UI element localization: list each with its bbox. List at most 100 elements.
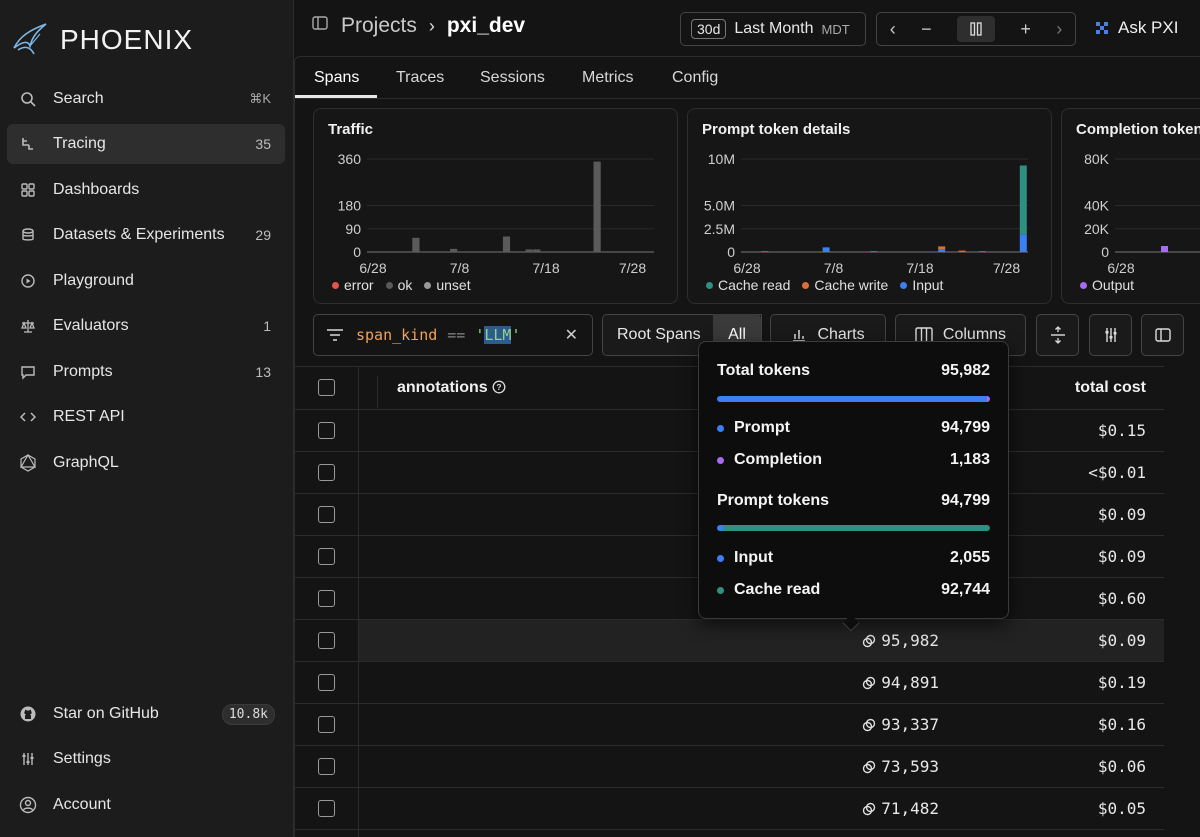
table-row[interactable]: 73,593 $0.06 — [295, 746, 1164, 788]
sidebar-item-graphql[interactable]: GraphQL — [7, 443, 285, 483]
sidebar-item-evaluators[interactable]: Evaluators 1 — [7, 306, 285, 346]
legend-label: error — [344, 277, 374, 293]
tab-spans[interactable]: Spans — [314, 69, 359, 87]
logo[interactable]: PHOENIX — [10, 20, 193, 60]
row-checkbox[interactable] — [318, 464, 335, 481]
sidebar-toggle-icon[interactable] — [311, 14, 329, 38]
total-cost-cell: $0.09 — [1097, 547, 1146, 566]
code-icon — [19, 408, 37, 426]
sidebar-item-account[interactable]: Account — [7, 785, 285, 825]
legend-dot — [717, 586, 724, 594]
token-count: 94,891 — [881, 673, 939, 692]
time-range-picker[interactable]: 30d Last Month MDT — [680, 12, 866, 46]
sidebar-item-settings[interactable]: Settings — [7, 739, 285, 779]
sidebar-item-playground[interactable]: Playground — [7, 261, 285, 301]
row-checkbox[interactable] — [318, 800, 335, 817]
token-link-icon — [863, 718, 876, 731]
side-panel-toggle[interactable] — [1141, 314, 1184, 356]
bar-segment — [958, 250, 966, 252]
tab-traces[interactable]: Traces — [396, 69, 444, 87]
legend-label: Cache write — [814, 277, 889, 293]
next-button[interactable]: › — [1056, 19, 1062, 40]
row-checkbox[interactable] — [318, 422, 335, 439]
select-all-checkbox[interactable] — [318, 379, 335, 396]
ask-pxi-label: Ask PXI — [1118, 18, 1179, 37]
search-icon — [19, 90, 37, 108]
row-checkbox[interactable] — [318, 590, 335, 607]
legend-dot — [802, 281, 810, 289]
message-icon — [19, 363, 37, 381]
token-count-cell[interactable]: 95,982 — [861, 631, 939, 650]
tooltip-input-row: Input 2,055 — [717, 549, 990, 567]
chevron-right-icon: › — [428, 15, 435, 36]
table-row[interactable]: 95,982 $0.09 — [295, 620, 1164, 662]
clear-filter-icon[interactable]: ✕ — [565, 325, 578, 345]
token-breakdown-tooltip: Total tokens 95,982 Prompt 94,799 Comple… — [698, 341, 1009, 619]
table-row[interactable]: 71,482 $0.05 — [295, 788, 1164, 830]
zoom-out-button[interactable]: − — [921, 19, 932, 40]
tab-config[interactable]: Config — [672, 69, 718, 87]
zoom-in-button[interactable]: + — [1020, 19, 1031, 40]
token-link-icon — [863, 760, 876, 773]
legend-dot — [900, 281, 908, 289]
github-icon — [19, 705, 37, 723]
breadcrumb-projects[interactable]: Projects — [341, 14, 417, 38]
ask-pxi-button[interactable]: Ask PXI — [1094, 18, 1178, 38]
tooltip-value: 1,183 — [949, 451, 990, 468]
legend-dot — [332, 281, 339, 289]
row-checkbox[interactable] — [318, 548, 335, 565]
sidebar-item-datasets[interactable]: Datasets & Experiments 29 — [7, 215, 285, 255]
settings-sliders-button[interactable] — [1089, 314, 1132, 356]
legend-label: Input — [912, 277, 944, 293]
token-count-cell[interactable]: 73,593 — [861, 757, 939, 776]
prev-button[interactable]: ‹ — [890, 19, 896, 40]
token-count: 93,337 — [881, 715, 939, 734]
sidebar-item-rest-api[interactable]: REST API — [7, 397, 285, 437]
sidebar-item-prompts[interactable]: Prompts 13 — [7, 352, 285, 392]
token-count: 71,482 — [881, 799, 939, 818]
bar — [502, 236, 511, 252]
table-row[interactable]: 94,891 $0.19 — [295, 662, 1164, 704]
row-checkbox[interactable] — [318, 506, 335, 523]
filter-quote: ' — [475, 326, 485, 344]
y-tick-label: 80K — [1084, 151, 1110, 167]
play-circle-icon — [19, 272, 37, 290]
pause-button[interactable] — [956, 16, 995, 42]
legend-dot — [424, 281, 432, 289]
row-checkbox[interactable] — [318, 632, 335, 649]
token-link-icon — [863, 802, 876, 815]
tooltip-label: Cache read — [734, 581, 821, 598]
sidebar-item-label: GraphQL — [53, 454, 119, 471]
bar-segment — [1019, 234, 1027, 252]
tooltip-completion-row: Completion 1,183 — [717, 451, 990, 469]
total-cost-column-header[interactable]: total cost — [1075, 379, 1146, 397]
row-density-button[interactable] — [1036, 314, 1079, 356]
token-count-cell[interactable]: 93,337 — [861, 715, 939, 734]
tab-sessions[interactable]: Sessions — [480, 69, 545, 87]
bar-segment — [870, 251, 878, 252]
row-checkbox[interactable] — [318, 716, 335, 733]
tab-metrics[interactable]: Metrics — [582, 69, 634, 87]
table-row[interactable]: 93,337 $0.16 — [295, 704, 1164, 746]
x-tick-label: 7/8 — [824, 260, 844, 276]
tooltip-value: 94,799 — [941, 419, 990, 436]
sidebar-item-tracing[interactable]: Tracing 35 — [7, 124, 285, 164]
graphql-icon — [19, 454, 37, 472]
row-checkbox[interactable] — [318, 758, 335, 775]
root-spans-label: Root Spans — [617, 326, 701, 343]
tooltip-value: 2,055 — [949, 549, 990, 566]
tooltip-prompt-tokens-row: Prompt tokens 94,799 — [717, 492, 990, 510]
y-tick-label: 0 — [727, 244, 735, 260]
span-filter-input[interactable]: span_kind == ' LLM ' ✕ — [313, 314, 593, 356]
token-count-cell[interactable]: 94,891 — [861, 673, 939, 692]
token-count-cell[interactable]: 71,482 — [861, 799, 939, 818]
sidebar-item-github[interactable]: Star on GitHub 10.8k — [7, 694, 285, 734]
total-cost-cell: $0.09 — [1097, 505, 1146, 524]
shortcut-hint: ⌘K — [249, 91, 271, 106]
row-checkbox[interactable] — [318, 674, 335, 691]
sidebar-item-dashboards[interactable]: Dashboards — [7, 170, 285, 210]
sidebar-item-count: 13 — [255, 364, 271, 380]
annotations-column-header[interactable]: annotations ? — [397, 379, 506, 397]
user-circle-icon — [19, 796, 37, 814]
sidebar-item-search[interactable]: Search ⌘K — [7, 79, 285, 119]
